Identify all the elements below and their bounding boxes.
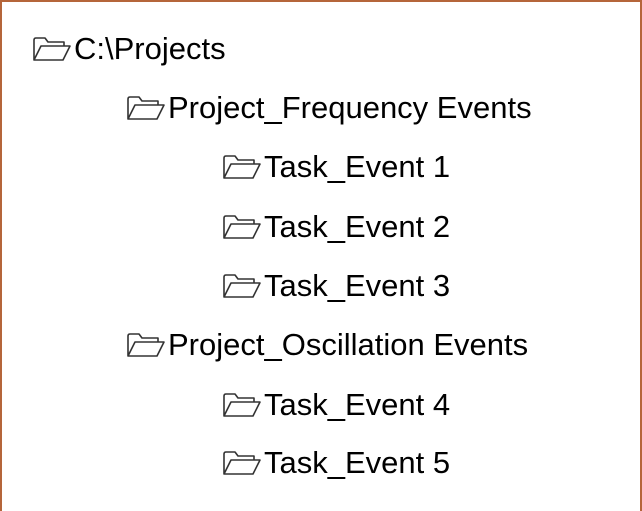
tree-node-root[interactable]: C:\Projects [32,29,226,69]
folder-icon [32,35,72,63]
folder-icon [126,94,166,122]
folder-icon [126,331,166,359]
folder-icon [222,213,262,241]
folder-icon [222,391,262,419]
tree-node-label: Task_Event 3 [264,268,451,303]
tree-node-project-frequency-events[interactable]: Project_Frequency Events [126,88,532,128]
tree-node-project-oscillation-events[interactable]: Project_Oscillation Events [126,325,528,365]
tree-node-task-event-3[interactable]: Task_Event 3 [222,266,450,306]
tree-node-label: Project_Oscillation Events [168,327,529,362]
tree-node-label: Task_Event 2 [264,209,451,244]
tree-node-task-event-5[interactable]: Task_Event 5 [222,443,450,483]
folder-icon [222,153,262,181]
tree-node-task-event-2[interactable]: Task_Event 2 [222,207,450,247]
tree-node-label: Task_Event 1 [264,149,451,184]
tree-node-task-event-4[interactable]: Task_Event 4 [222,385,450,425]
tree-node-label: Project_Frequency Events [168,90,532,125]
folder-tree-panel: C:\Projects Project_Frequency Events Tas… [0,0,642,511]
folder-icon [222,272,262,300]
tree-node-label: C:\Projects [74,31,226,66]
tree-node-label: Task_Event 5 [264,445,451,480]
tree-node-label: Task_Event 4 [264,387,451,422]
tree-node-task-event-1[interactable]: Task_Event 1 [222,147,450,187]
folder-icon [222,449,262,477]
